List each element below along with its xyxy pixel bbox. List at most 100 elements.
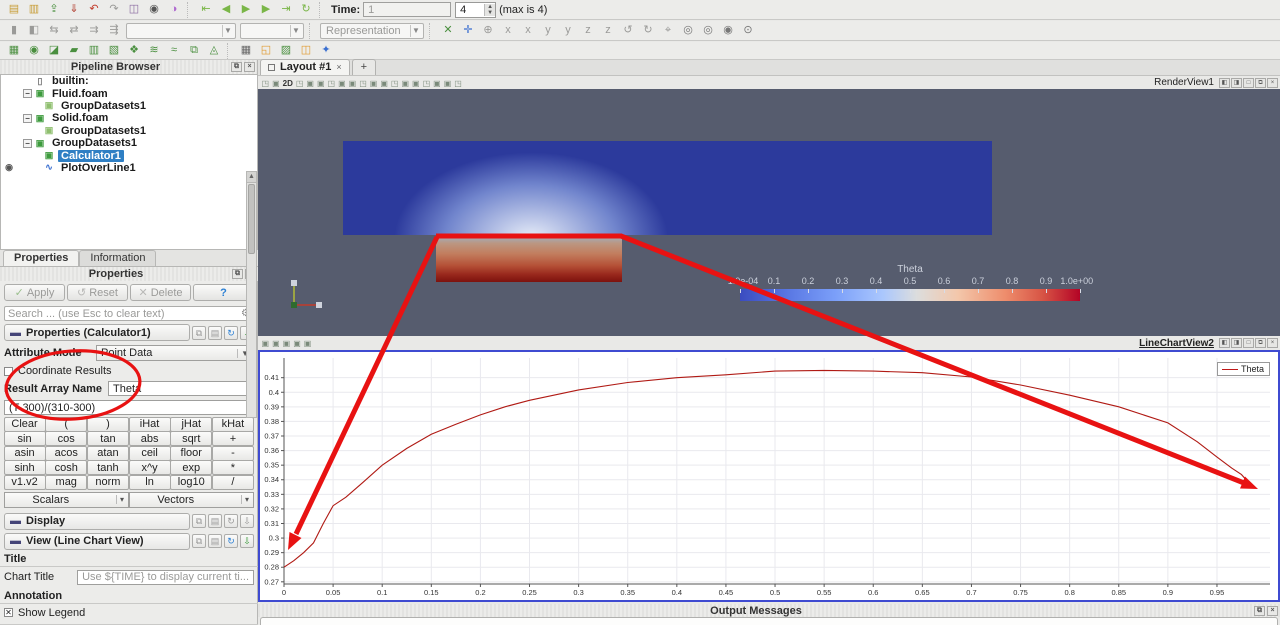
last-frame-icon[interactable]: ⇥ xyxy=(277,1,295,18)
extract-level-filter-icon[interactable]: ◬ xyxy=(205,42,223,59)
load-state-icon[interactable]: ⇪ xyxy=(45,1,63,18)
calc-button-ihat[interactable]: iHat xyxy=(129,417,171,432)
delete-button[interactable]: ✕Delete xyxy=(130,284,191,301)
chart-toolbar-b-icon[interactable]: ▣ xyxy=(272,339,280,348)
find-data-icon[interactable]: ◱ xyxy=(257,42,275,59)
scalars-dropdown[interactable]: Scalars▾ xyxy=(4,492,129,508)
color-palette-icon[interactable]: ◑ xyxy=(165,1,183,18)
glyph-filter-icon[interactable]: ❖ xyxy=(125,42,143,59)
view-section-toggle[interactable]: ▬ View (Line Chart View) xyxy=(4,533,190,550)
first-frame-icon[interactable]: ⇤ xyxy=(197,1,215,18)
calc-button-cosh[interactable]: cosh xyxy=(45,460,87,475)
display-section-toggle[interactable]: ▬ Display xyxy=(4,513,190,530)
reset-button[interactable]: ↺Reset xyxy=(67,284,128,301)
calculator-filter-icon[interactable]: ▦ xyxy=(5,42,23,59)
rotate-ccw-90-icon[interactable]: ↺ xyxy=(619,22,637,39)
calc-button-atan[interactable]: atan xyxy=(87,446,129,461)
tree-expander-icon[interactable]: − xyxy=(23,114,32,123)
group-datasets-filter-icon[interactable]: ⧉ xyxy=(185,42,203,59)
dock-float-icon[interactable]: ⧉ xyxy=(1254,606,1265,616)
calc-button-ceil[interactable]: ceil xyxy=(129,446,171,461)
calc-button-sin[interactable]: sin xyxy=(4,431,46,446)
view-plus-y-icon[interactable]: y xyxy=(539,22,557,39)
add-layout-tab[interactable]: + xyxy=(352,59,376,75)
calc-button-[interactable]: ( xyxy=(45,417,87,432)
tab-information[interactable]: Information xyxy=(79,250,156,266)
undo-icon[interactable]: ↶ xyxy=(85,1,103,18)
calc-button-floor[interactable]: floor xyxy=(170,446,212,461)
chart-toolbar-d-icon[interactable]: ▣ xyxy=(293,339,301,348)
zoom-to-data-icon[interactable]: ✛ xyxy=(459,22,477,39)
view-toolbar-sel-f-icon[interactable]: ◳ xyxy=(391,79,399,88)
spin-down-icon[interactable]: ▼ xyxy=(485,10,495,16)
expression-input[interactable]: (T-300)/(310-300) xyxy=(4,400,254,415)
reset-display-icon[interactable]: ↻ xyxy=(224,514,238,528)
calc-button-[interactable]: + xyxy=(212,431,254,446)
pipeline-item-label[interactable]: GroupDatasets1 xyxy=(58,100,149,112)
view-minus-y-icon[interactable]: y xyxy=(559,22,577,39)
calc-button-v1v2[interactable]: v1.v2 xyxy=(4,475,46,490)
tree-expander-icon[interactable]: − xyxy=(23,139,32,148)
calc-button-abs[interactable]: abs xyxy=(129,431,171,446)
show-orientation-axes-icon[interactable]: ◎ xyxy=(679,22,697,39)
calc-button-tan[interactable]: tan xyxy=(87,431,129,446)
calc-button-sinh[interactable]: sinh xyxy=(4,460,46,475)
line-chart-view[interactable]: 0.270.280.290.30.310.320.330.340.350.360… xyxy=(258,350,1280,602)
calc-button-jhat[interactable]: jHat xyxy=(170,417,212,432)
pipeline-item-calculator1[interactable]: ▣Calculator1 xyxy=(1,149,257,161)
view-toolbar-sel-g-icon[interactable]: ▣ xyxy=(401,79,409,88)
chart-toolbar-e-icon[interactable]: ▣ xyxy=(304,339,312,348)
view-toolbar-sel-a-icon[interactable]: ▣ xyxy=(338,79,346,88)
copy-properties-icon[interactable]: ⧉ xyxy=(192,326,206,340)
calc-button-log10[interactable]: log10 xyxy=(170,475,212,490)
render-view-canvas[interactable]: Theta 1.0e-040.10.20.30.40.50.60.70.80.9… xyxy=(258,89,1280,336)
chart-toolbar-a-icon[interactable]: ▣ xyxy=(262,339,270,348)
close-view-icon[interactable]: × xyxy=(1267,338,1278,348)
copy-view-icon[interactable]: ⧉ xyxy=(192,534,206,548)
paste-view-icon[interactable]: ▤ xyxy=(208,534,222,548)
split-vertical-icon[interactable]: ◨ xyxy=(1231,338,1242,348)
save-display-icon[interactable]: ⇩ xyxy=(240,514,254,528)
rotate-cw-90-icon[interactable]: ↻ xyxy=(639,22,657,39)
edit-color-map-icon[interactable]: ◧ xyxy=(25,22,43,39)
rescale-to-data-icon[interactable]: ⇆ xyxy=(45,22,63,39)
vectors-dropdown[interactable]: Vectors▾ xyxy=(129,492,254,508)
calc-button-[interactable]: / xyxy=(212,475,254,490)
save-view-icon[interactable]: ⇩ xyxy=(240,534,254,548)
pipeline-item-label[interactable]: GroupDatasets1 xyxy=(58,125,149,137)
view-toolbar-zoom-q-icon[interactable]: ▣ xyxy=(433,79,441,88)
pipeline-item-groupdatasets1[interactable]: ▣GroupDatasets1 xyxy=(1,100,257,112)
frame-spinbox[interactable]: 4 ▲▼ xyxy=(455,2,496,18)
result-array-input[interactable]: Theta xyxy=(108,381,254,396)
view-toolbar-2D-icon[interactable]: 2D xyxy=(283,79,293,88)
maximize-icon[interactable]: □ xyxy=(1243,78,1254,88)
loop-icon[interactable]: ↻ xyxy=(297,1,315,18)
reset-defaults-icon[interactable]: ↻ xyxy=(224,326,238,340)
view-plus-z-icon[interactable]: z xyxy=(579,22,597,39)
calculator-section-toggle[interactable]: ▬ Properties (Calculator1) xyxy=(4,324,190,341)
visibility-eye-icon[interactable]: ◉ xyxy=(1,162,17,173)
view-minus-z-icon[interactable]: z xyxy=(599,22,617,39)
reset-view-icon[interactable]: ↻ xyxy=(224,534,238,548)
stream-tracer-filter-icon[interactable]: ≋ xyxy=(145,42,163,59)
calc-button-mag[interactable]: mag xyxy=(45,475,87,490)
view-toolbar-pick-b-icon[interactable]: ◳ xyxy=(423,79,431,88)
calc-button-[interactable]: * xyxy=(212,460,254,475)
zoom-to-box-icon[interactable]: ⊕ xyxy=(479,22,497,39)
contour-filter-icon[interactable]: ◉ xyxy=(25,42,43,59)
pipeline-item-label[interactable]: Calculator1 xyxy=(58,150,124,162)
redo-icon[interactable]: ↷ xyxy=(105,1,123,18)
representation-combo[interactable]: Representation▼ xyxy=(320,23,424,39)
chart-toolbar-c-icon[interactable]: ▣ xyxy=(283,339,291,348)
chart-title-input[interactable]: Use ${TIME} to display current ti... xyxy=(77,570,254,585)
view-toolbar-grid-icon[interactable]: ◳ xyxy=(296,79,304,88)
pipeline-item-groupdatasets1[interactable]: −▣GroupDatasets1 xyxy=(1,137,257,149)
float-icon[interactable]: ⧉ xyxy=(1255,338,1266,348)
calc-button-[interactable]: ) xyxy=(87,417,129,432)
scroll-up-icon[interactable]: ▲ xyxy=(247,172,256,183)
pipeline-item-builtin-[interactable]: ▯builtin: xyxy=(1,75,257,87)
view-toolbar-sel-e-icon[interactable]: ▣ xyxy=(380,79,388,88)
dataset-link-icon[interactable]: ◫ xyxy=(125,1,143,18)
component-combo[interactable]: ▼ xyxy=(240,23,304,39)
extract-subset-filter-icon[interactable]: ▧ xyxy=(105,42,123,59)
